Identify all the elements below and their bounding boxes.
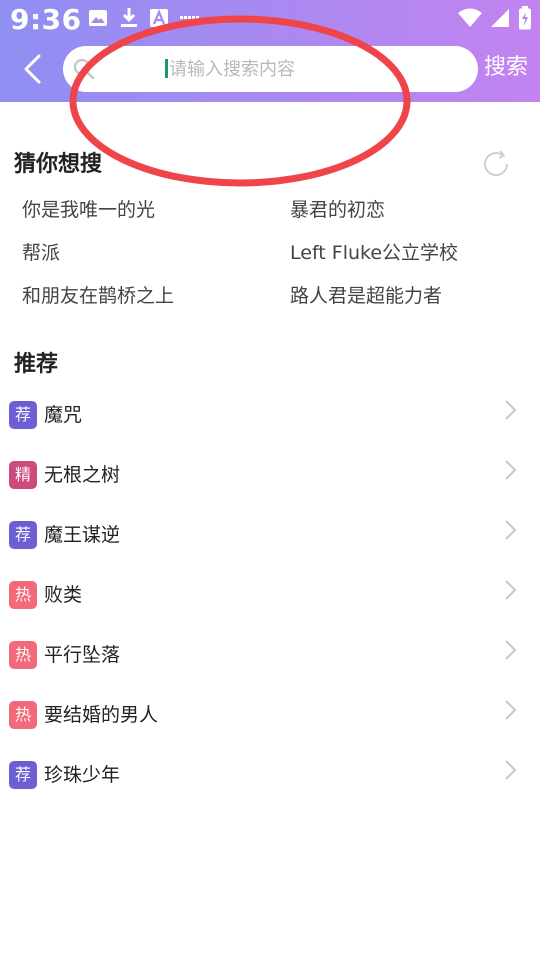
recommend-item[interactable]: 精 无根之树 — [0, 450, 540, 500]
text-a-icon — [150, 9, 168, 27]
item-title: 败类 — [44, 584, 83, 606]
item-title: 珍珠少年 — [44, 764, 121, 786]
recommend-item[interactable]: 荐 魔王谋逆 — [0, 510, 540, 560]
chevron-right-icon — [505, 460, 517, 480]
search-box[interactable] — [63, 46, 478, 92]
text-cursor — [165, 59, 168, 78]
recommend-item[interactable]: 荐 魔咒 — [0, 390, 540, 440]
guess-item[interactable]: 你是我唯一的光 — [22, 195, 155, 222]
badge-tag: 热 — [9, 581, 37, 609]
guess-item[interactable]: 帮派 — [22, 238, 60, 265]
chevron-right-icon — [505, 400, 517, 420]
status-bar: 9:36 — [0, 0, 540, 38]
guess-item[interactable]: Left Fluke公立学校 — [290, 238, 458, 265]
recommend-item[interactable]: 热 败类 — [0, 570, 540, 620]
search-icon — [73, 58, 95, 80]
refresh-icon — [484, 150, 508, 176]
status-time: 9:36 — [10, 3, 82, 36]
signal-icon — [491, 9, 509, 27]
item-title: 平行坠落 — [44, 644, 121, 666]
badge-tag: 精 — [9, 461, 37, 489]
badge-tag: 荐 — [9, 521, 37, 549]
chevron-right-icon — [505, 520, 517, 540]
wifi-icon — [458, 8, 482, 27]
chevron-right-icon — [505, 580, 517, 600]
recommend-item[interactable]: 热 平行坠落 — [0, 630, 540, 680]
chevron-right-icon — [505, 760, 517, 780]
refresh-button[interactable] — [480, 148, 512, 180]
recommend-item[interactable]: 荐 珍珠少年 — [0, 750, 540, 800]
item-title: 要结婚的男人 — [44, 704, 159, 726]
item-title: 魔咒 — [44, 404, 83, 426]
guess-item[interactable]: 暴君的初恋 — [290, 195, 385, 222]
download-icon — [121, 8, 137, 27]
badge-tag: 荐 — [9, 401, 37, 429]
back-button[interactable] — [14, 50, 52, 88]
search-button[interactable]: 搜索 — [484, 50, 528, 86]
chevron-right-icon — [505, 700, 517, 720]
item-title: 魔王谋逆 — [44, 524, 121, 546]
badge-tag: 热 — [9, 641, 37, 669]
guess-item[interactable]: 路人君是超能力者 — [290, 281, 442, 308]
system-icons — [458, 6, 532, 30]
chevron-left-icon — [24, 54, 41, 84]
image-icon — [89, 10, 107, 26]
search-input[interactable] — [169, 46, 469, 92]
header-bar: 9:36 请输入搜索内容 搜索 — [0, 0, 540, 102]
battery-charging-icon — [519, 6, 531, 30]
item-title: 无根之树 — [44, 464, 121, 486]
dots-icon — [180, 16, 199, 19]
recommend-section-title: 推荐 — [14, 352, 59, 377]
search-page: 9:36 请输入搜索内容 搜索 猜你想搜 你是我唯一的光 暴君的初恋 帮派 Le… — [0, 0, 540, 960]
guess-section-title: 猜你想搜 — [14, 152, 103, 177]
notification-icons — [88, 6, 200, 30]
badge-tag: 荐 — [9, 761, 37, 789]
chevron-right-icon — [505, 640, 517, 660]
badge-tag: 热 — [9, 701, 37, 729]
guess-item[interactable]: 和朋友在鹊桥之上 — [22, 281, 174, 308]
recommend-item[interactable]: 热 要结婚的男人 — [0, 690, 540, 740]
